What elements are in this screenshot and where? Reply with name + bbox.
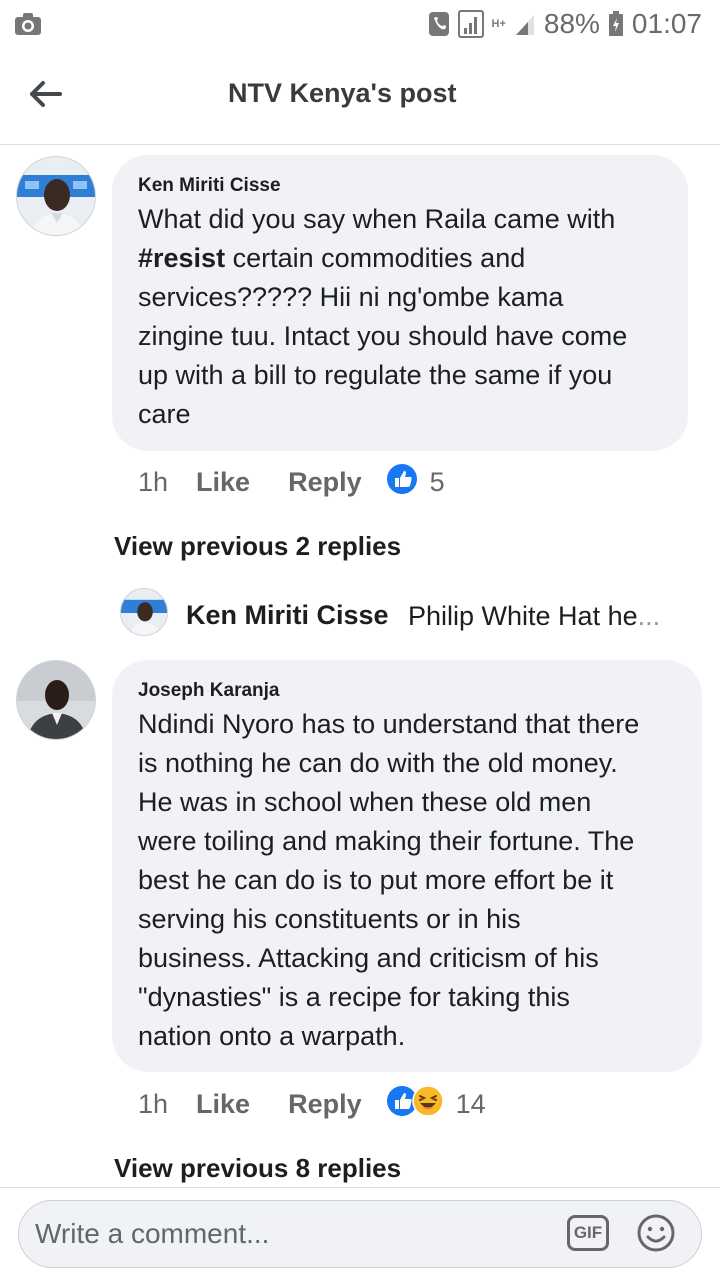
comment-composer-bar: Write a comment... GIF (0, 1187, 720, 1281)
reaction-count: 5 (429, 466, 445, 497)
page-title: NTV Kenya's post (228, 78, 457, 108)
view-previous-replies[interactable]: View previous 2 replies (114, 531, 401, 562)
comment-text: What did you say when Raila came with #r… (138, 204, 628, 429)
reaction-count: 14 (455, 1088, 486, 1119)
comment-author[interactable]: Ken Miriti Cisse (138, 175, 281, 197)
comment-time: 1h (138, 466, 169, 497)
reply-button[interactable]: Reply (288, 1089, 362, 1120)
avatar[interactable] (120, 588, 168, 636)
avatar[interactable] (16, 156, 96, 236)
hashtag-link[interactable]: #resist (138, 243, 225, 273)
camera-icon (14, 12, 42, 41)
comment-text: Ndindi Nyoro has to understand that ther… (138, 709, 640, 1051)
comment-input[interactable]: Write a comment... GIF (18, 1200, 702, 1268)
view-previous-replies[interactable]: View previous 8 replies (114, 1153, 401, 1184)
signal-icon (457, 10, 484, 38)
like-button[interactable]: Like (196, 1089, 250, 1120)
comment-actions: 1h Like Reply 14 (138, 1084, 486, 1124)
avatar[interactable] (16, 660, 96, 740)
like-reaction-icon (386, 463, 418, 502)
comment-author[interactable]: Joseph Karanja (138, 680, 280, 702)
emoji-icon[interactable] (636, 1213, 676, 1253)
battery-percent: 88% (543, 8, 600, 39)
reply-button[interactable]: Reply (288, 467, 362, 498)
reply-preview[interactable]: Ken Miriti Cisse Philip White Hat he... (120, 588, 690, 638)
back-arrow-icon[interactable] (28, 76, 68, 112)
header: NTV Kenya's post (0, 48, 720, 145)
comment-input-placeholder: Write a comment... (35, 1218, 270, 1249)
comment-actions: 1h Like Reply 5 (138, 462, 445, 502)
comment-time: 1h (138, 1088, 169, 1119)
status-bar: H+ 88% 01:07 (0, 0, 720, 48)
comment-bubble[interactable]: Joseph Karanja Ndindi Nyoro has to under… (112, 660, 702, 1072)
vibrate-icon (428, 11, 450, 37)
gif-button[interactable]: GIF (567, 1215, 609, 1251)
battery-icon (608, 11, 624, 37)
haha-reaction-icon (411, 1084, 444, 1124)
reactions[interactable] (386, 463, 418, 502)
like-button[interactable]: Like (196, 467, 250, 498)
reply-text: Philip White Hat he... (408, 601, 661, 631)
reply-author[interactable]: Ken Miriti Cisse (186, 600, 389, 631)
cell-signal-icon (514, 12, 536, 36)
reactions[interactable] (386, 1084, 444, 1124)
network-icon: H+ (491, 17, 506, 30)
comment-bubble[interactable]: Ken Miriti Cisse What did you say when R… (112, 155, 688, 451)
clock: 01:07 (631, 8, 702, 39)
